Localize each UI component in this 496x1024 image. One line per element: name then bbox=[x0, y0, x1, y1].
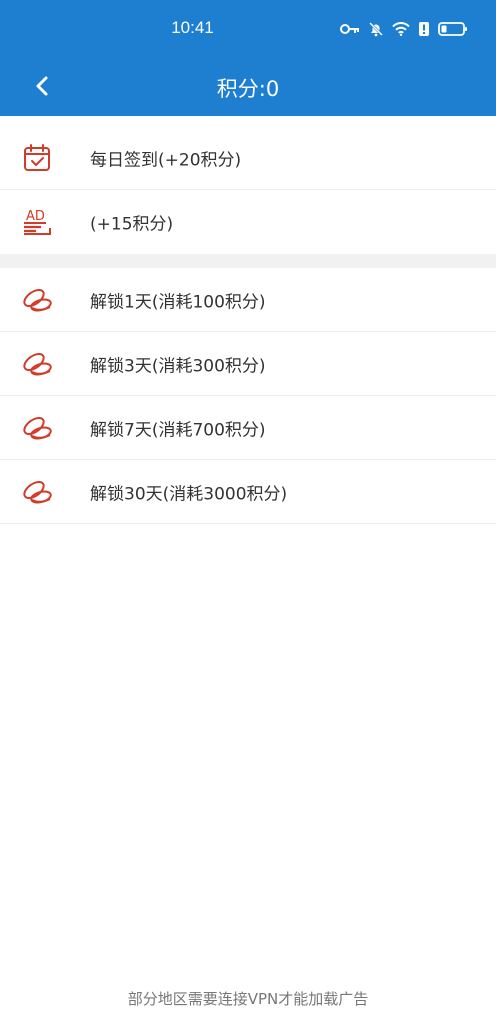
list-item-unlock-7-days[interactable]: 解锁7天(消耗700积分) bbox=[0, 396, 496, 460]
list-item-unlock-1-day[interactable]: 解锁1天(消耗100积分) bbox=[0, 268, 496, 332]
list-item-watch-ad[interactable]: AD (+15积分) bbox=[0, 190, 496, 253]
earn-points-list: 每日签到(+20积分) AD (+15积分) bbox=[0, 126, 496, 253]
app-bar: 10:41 积分:0 bbox=[0, 0, 496, 116]
list-item-label: (+15积分) bbox=[90, 214, 174, 234]
list-item-daily-checkin[interactable]: 每日签到(+20积分) bbox=[0, 126, 496, 190]
unlock-list: 解锁1天(消耗100积分) 解锁3天(消耗300积分) 解锁7天(消耗700积分… bbox=[0, 268, 496, 524]
status-icons bbox=[340, 19, 468, 39]
coins-icon bbox=[23, 288, 52, 311]
bell-off-icon bbox=[369, 22, 383, 37]
navigation-bar: 积分:0 bbox=[0, 58, 496, 116]
coins-icon bbox=[23, 352, 52, 375]
page-title: 积分:0 bbox=[216, 77, 280, 101]
calendar-check-icon bbox=[24, 143, 50, 171]
wifi-icon bbox=[392, 22, 410, 36]
list-item-label: 每日签到(+20积分) bbox=[90, 150, 242, 170]
list-item-label: 解锁3天(消耗300积分) bbox=[90, 356, 266, 376]
list-item-unlock-30-days[interactable]: 解锁30天(消耗3000积分) bbox=[0, 460, 496, 524]
coins-icon bbox=[23, 480, 52, 503]
key-icon bbox=[340, 24, 359, 34]
list-item-label: 解锁7天(消耗700积分) bbox=[90, 420, 266, 440]
list-item-label: 解锁30天(消耗3000积分) bbox=[90, 484, 288, 504]
list-item-label: 解锁1天(消耗100积分) bbox=[90, 292, 266, 312]
status-bar: 10:41 bbox=[0, 0, 496, 58]
alert-icon bbox=[419, 22, 429, 36]
section-divider bbox=[0, 254, 496, 268]
footer-note: 部分地区需要连接VPN才能加载广告 bbox=[127, 990, 369, 1008]
battery-icon bbox=[438, 22, 467, 36]
svg-text:AD: AD bbox=[26, 209, 45, 224]
coins-icon bbox=[23, 416, 52, 439]
ad-icon: AD bbox=[24, 209, 51, 235]
status-time: 10:41 bbox=[171, 18, 214, 37]
list-item-unlock-3-days[interactable]: 解锁3天(消耗300积分) bbox=[0, 332, 496, 396]
